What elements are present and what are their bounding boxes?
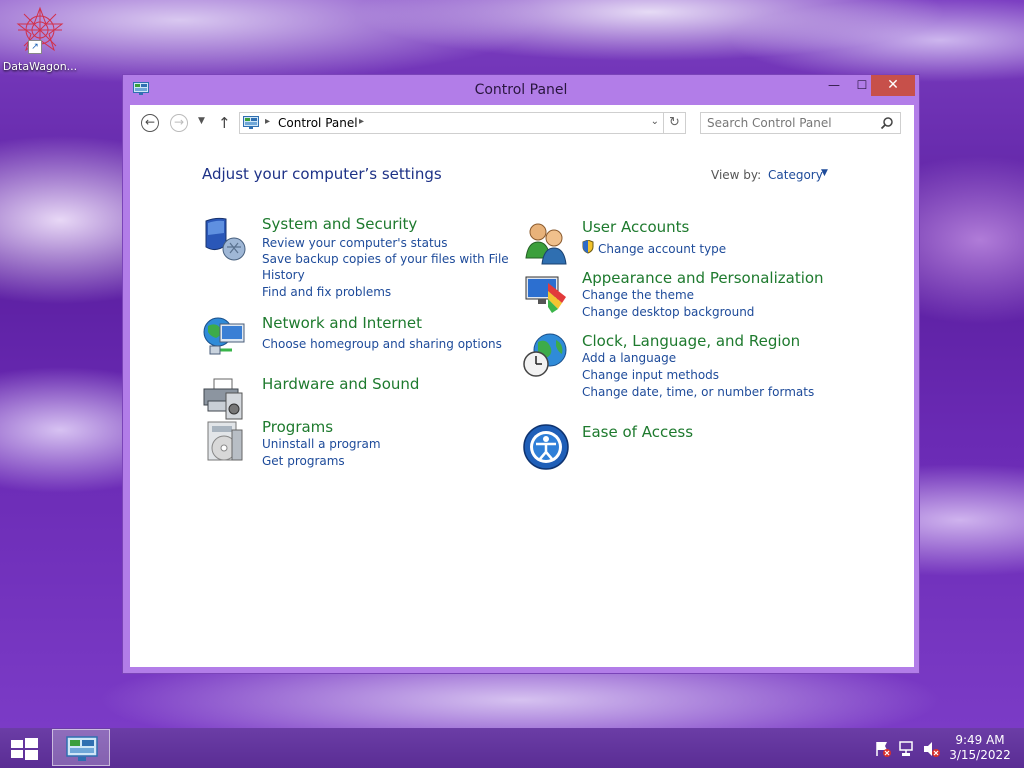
clock-language-region-link[interactable]: Clock, Language, and Region [582,332,800,350]
address-bar[interactable]: ▸ Control Panel ▸ ⌄ [239,112,664,134]
forward-arrow-icon[interactable]: → [170,114,188,132]
view-by-label: View by: [711,168,762,182]
uninstall-program-link[interactable]: Uninstall a program [262,436,381,452]
volume-muted-icon[interactable] [922,740,940,758]
clock-time: 9:49 AM [955,733,1005,747]
windows-start-icon[interactable] [8,736,40,762]
globe-clock-icon[interactable] [522,332,570,380]
desktop-shortcut-datawagon[interactable]: ↗ DataWagon... [2,6,78,73]
network-and-internet-link[interactable]: Network and Internet [262,314,422,332]
close-button[interactable]: ✕ [871,75,915,96]
datawagon-app-icon: ↗ [16,6,64,54]
minimize-button[interactable]: — [820,75,848,96]
content-area: Adjust your computer’s settings View by:… [130,139,914,667]
control-panel-window: Control Panel — ☐ ✕ ← → ▼ ↑ ▸ Control Pa… [122,74,920,674]
change-date-time-formats-link[interactable]: Change date, time, or number formats [582,384,814,400]
page-title: Adjust your computer’s settings [202,165,442,183]
recent-locations-dropdown-icon[interactable]: ▼ [198,116,205,126]
users-icon[interactable] [522,218,570,266]
shortcut-arrow-icon: ↗ [28,40,42,54]
programs-link[interactable]: Programs [262,418,333,436]
backup-files-link[interactable]: Save backup copies of your files with Fi… [262,251,509,267]
change-account-type-link[interactable]: Change account type [598,241,726,257]
window-title: Control Panel [474,82,568,98]
navigation-bar: ← → ▼ ↑ ▸ Control Panel ▸ ⌄ ↻ [130,105,914,139]
up-arrow-icon[interactable]: ↑ [218,114,231,132]
chevron-down-icon[interactable]: ▼ [821,168,828,178]
system-clock[interactable]: 9:49 AM 3/15/2022 [945,733,1015,763]
hardware-and-sound-link[interactable]: Hardware and Sound [262,375,419,393]
system-and-security-link[interactable]: System and Security [262,215,417,233]
view-by-dropdown[interactable]: Category [768,168,823,182]
breadcrumb-chevron-icon[interactable]: ▸ [265,116,270,127]
clock-date: 3/15/2022 [949,748,1011,762]
printer-icon[interactable] [202,375,250,423]
control-panel-icon [66,736,98,761]
get-programs-link[interactable]: Get programs [262,453,345,469]
add-language-link[interactable]: Add a language [582,350,676,366]
search-box[interactable] [700,112,901,134]
breadcrumb-control-panel[interactable]: Control Panel [278,116,358,130]
user-accounts-link[interactable]: User Accounts [582,218,689,236]
taskbar: 9:49 AM 3/15/2022 [0,728,1024,768]
shield-icon[interactable] [202,215,250,263]
network-icon[interactable] [898,740,916,758]
desktop-shortcut-label: DataWagon... [2,60,78,73]
network-globe-icon[interactable] [202,314,250,362]
chevron-down-icon[interactable]: ⌄ [651,116,659,127]
back-arrow-icon[interactable]: ← [141,114,159,132]
review-status-link[interactable]: Review your computer's status [262,235,448,251]
change-input-methods-link[interactable]: Change input methods [582,367,719,383]
change-theme-link[interactable]: Change the theme [582,287,694,303]
backup-files-link-continued[interactable]: History [262,267,305,283]
change-desktop-background-link[interactable]: Change desktop background [582,304,754,320]
homegroup-sharing-link[interactable]: Choose homegroup and sharing options [262,336,502,352]
refresh-icon[interactable]: ↻ [664,112,686,134]
taskbar-control-panel-button[interactable] [52,729,110,766]
ease-of-access-icon[interactable] [522,423,570,471]
search-input[interactable] [707,115,872,131]
ease-of-access-link[interactable]: Ease of Access [582,423,693,441]
search-icon[interactable] [880,116,894,130]
uac-shield-icon [582,240,594,254]
control-panel-small-icon [243,116,259,129]
breadcrumb-chevron-icon[interactable]: ▸ [359,116,364,127]
action-center-flag-icon[interactable] [874,740,892,758]
appearance-and-personalization-link[interactable]: Appearance and Personalization [582,269,824,287]
monitor-palette-icon[interactable] [522,269,570,317]
title-bar[interactable]: Control Panel — ☐ ✕ [123,75,919,105]
find-fix-problems-link[interactable]: Find and fix problems [262,284,391,300]
programs-disc-icon[interactable] [202,418,250,466]
